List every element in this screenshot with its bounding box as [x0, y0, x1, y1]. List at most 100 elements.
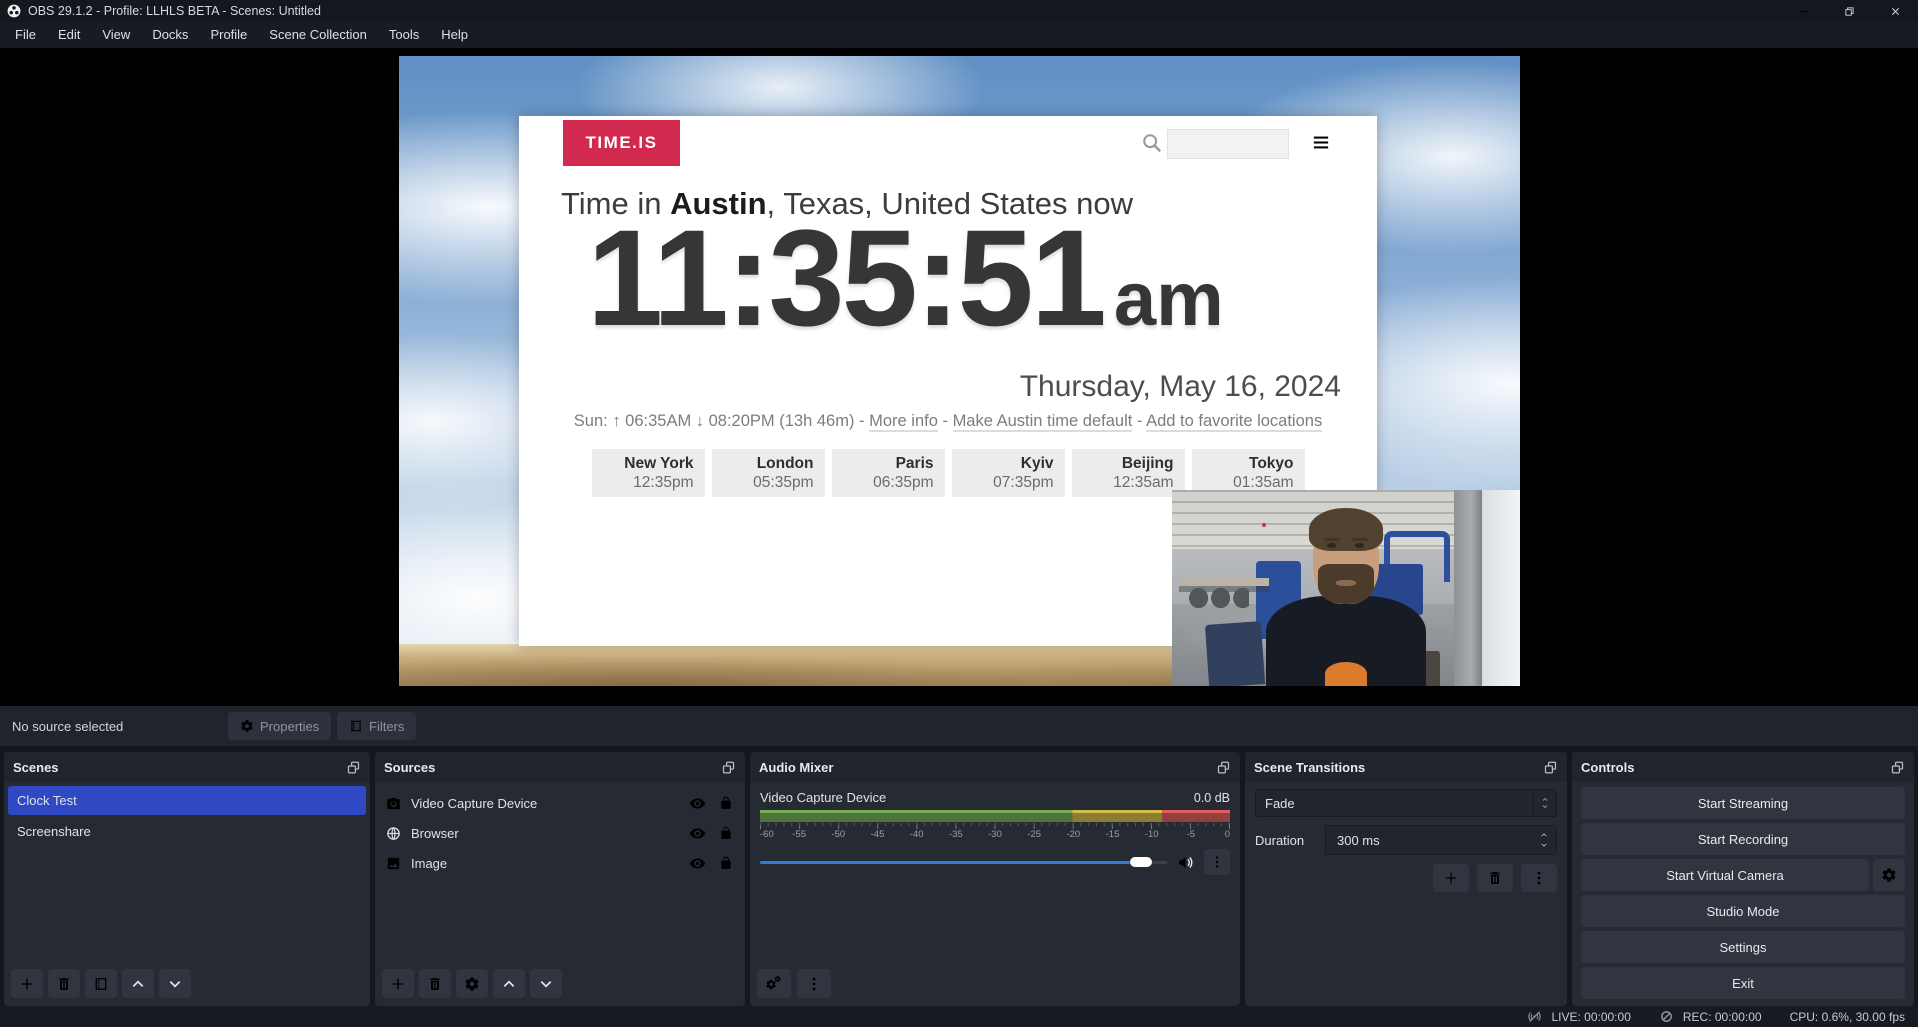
sources-toolbar: [375, 965, 745, 1006]
virtual-camera-config-button[interactable]: [1873, 859, 1905, 891]
popout-icon[interactable]: [1543, 760, 1558, 775]
mixer-channel-level: 0.0 dB: [1194, 791, 1230, 805]
restore-icon: [1844, 6, 1855, 17]
scene-filters-button[interactable]: [85, 969, 117, 998]
controls-panel-header[interactable]: Controls: [1572, 752, 1914, 782]
transitions-panel-header[interactable]: Scene Transitions: [1245, 752, 1567, 782]
speaker-icon[interactable]: [1177, 854, 1194, 871]
world-clock-time: 12:35pm: [592, 474, 694, 492]
advanced-audio-button[interactable]: [757, 969, 791, 998]
scene-item[interactable]: Clock Test: [8, 786, 366, 815]
sources-title: Sources: [384, 760, 435, 775]
properties-button[interactable]: Properties: [228, 712, 331, 740]
scene-item[interactable]: Screenshare: [8, 817, 366, 846]
source-item[interactable]: Video Capture Device: [375, 788, 745, 818]
gear-icon: [464, 976, 480, 992]
visibility-eye-icon[interactable]: [689, 795, 706, 812]
spin-up-icon[interactable]: [1538, 831, 1550, 839]
transition-options-button[interactable]: [1521, 864, 1557, 892]
unlock-icon[interactable]: [719, 856, 733, 870]
control-button[interactable]: Studio Mode: [1581, 895, 1905, 927]
mixer-channel-options-button[interactable]: [1204, 849, 1230, 875]
spin-down-icon[interactable]: [1538, 841, 1550, 849]
transition-select-spinner[interactable]: [1533, 790, 1556, 816]
timeis-search-input: [1167, 129, 1289, 159]
popout-icon[interactable]: [721, 760, 736, 775]
source-item[interactable]: Image: [375, 848, 745, 878]
menu-item[interactable]: Edit: [47, 22, 91, 48]
restore-button[interactable]: [1826, 0, 1872, 22]
controls-panel: Controls Start StreamingStart Recording …: [1572, 752, 1914, 1006]
control-button[interactable]: Exit: [1581, 967, 1905, 999]
sources-panel-header[interactable]: Sources: [375, 752, 745, 782]
move-source-up-button[interactable]: [493, 969, 525, 998]
properties-label: Properties: [260, 719, 319, 734]
world-clock-city: London: [712, 455, 814, 473]
webcam-overlay: [1172, 490, 1520, 686]
webcam-foreground-chair: [1205, 621, 1265, 686]
world-clock-city: New York: [592, 455, 694, 473]
control-button[interactable]: Start Streaming: [1581, 787, 1905, 819]
menu-item[interactable]: File: [4, 22, 47, 48]
timeis-link: Add to favorite locations: [1146, 412, 1322, 432]
preview-area[interactable]: TIME.IS Time in Austin, Texas, United St…: [0, 48, 1918, 706]
live-time: LIVE: 00:00:00: [1551, 1010, 1630, 1024]
menu-item[interactable]: Scene Collection: [258, 22, 378, 48]
kebab-dots-icon: [806, 976, 822, 992]
remove-scene-button[interactable]: [48, 969, 80, 998]
menu-item[interactable]: View: [91, 22, 141, 48]
move-source-down-button[interactable]: [530, 969, 562, 998]
source-properties-button[interactable]: [456, 969, 488, 998]
mixer-toolbar: [750, 965, 1240, 1006]
popout-icon[interactable]: [1216, 760, 1231, 775]
audio-mixer-header[interactable]: Audio Mixer: [750, 752, 1240, 782]
double-gear-icon: [766, 976, 782, 992]
volume-slider-handle[interactable]: [1130, 857, 1152, 867]
current-time: 11:35:51 am: [587, 204, 1224, 355]
rec-time: REC: 00:00:00: [1683, 1010, 1762, 1024]
start-virtual-camera-button[interactable]: Start Virtual Camera: [1581, 859, 1869, 891]
visibility-eye-icon[interactable]: [689, 825, 706, 842]
filters-button[interactable]: Filters: [337, 712, 416, 740]
trash-icon: [427, 976, 443, 992]
add-transition-button[interactable]: [1433, 864, 1469, 892]
world-clock-box: New York 12:35pm: [592, 449, 705, 497]
menu-item[interactable]: Profile: [199, 22, 258, 48]
unlock-icon[interactable]: [719, 826, 733, 840]
move-scene-up-button[interactable]: [122, 969, 154, 998]
program-video[interactable]: TIME.IS Time in Austin, Texas, United St…: [399, 56, 1520, 686]
transition-selected-value: Fade: [1256, 796, 1533, 811]
scene-item-label: Clock Test: [17, 793, 77, 808]
menu-item[interactable]: Docks: [141, 22, 199, 48]
volume-slider[interactable]: [760, 856, 1167, 868]
mixer-options-button[interactable]: [797, 969, 831, 998]
unlock-icon[interactable]: [719, 796, 733, 810]
chevron-up-icon: [1540, 796, 1550, 803]
control-button[interactable]: Start Recording: [1581, 823, 1905, 855]
person-shirt-graphic: [1325, 662, 1367, 686]
add-scene-button[interactable]: [11, 969, 43, 998]
title-bar[interactable]: OBS 29.1.2 - Profile: LLHLS BETA - Scene…: [0, 0, 1918, 22]
popout-icon[interactable]: [346, 760, 361, 775]
db-scale-label: -40: [910, 829, 924, 840]
db-scale-label: -35: [949, 829, 963, 840]
add-source-button[interactable]: [382, 969, 414, 998]
world-clock-time: 07:35pm: [952, 474, 1054, 492]
menu-item[interactable]: Tools: [378, 22, 430, 48]
timeis-logo: TIME.IS: [563, 120, 680, 166]
remove-source-button[interactable]: [419, 969, 451, 998]
move-scene-down-button[interactable]: [159, 969, 191, 998]
popout-icon[interactable]: [1890, 760, 1905, 775]
scenes-panel-header[interactable]: Scenes: [4, 752, 370, 782]
close-button[interactable]: [1872, 0, 1918, 22]
transition-select[interactable]: Fade: [1255, 789, 1557, 817]
menu-item[interactable]: Help: [430, 22, 479, 48]
control-button[interactable]: Settings: [1581, 931, 1905, 963]
world-clock-box: Kyiv 07:35pm: [952, 449, 1065, 497]
world-clock-time: 05:35pm: [712, 474, 814, 492]
visibility-eye-icon[interactable]: [689, 855, 706, 872]
duration-spinbox[interactable]: 300 ms: [1325, 825, 1557, 855]
remove-transition-button[interactable]: [1477, 864, 1513, 892]
source-item[interactable]: Browser: [375, 818, 745, 848]
minimize-button[interactable]: [1780, 0, 1826, 22]
